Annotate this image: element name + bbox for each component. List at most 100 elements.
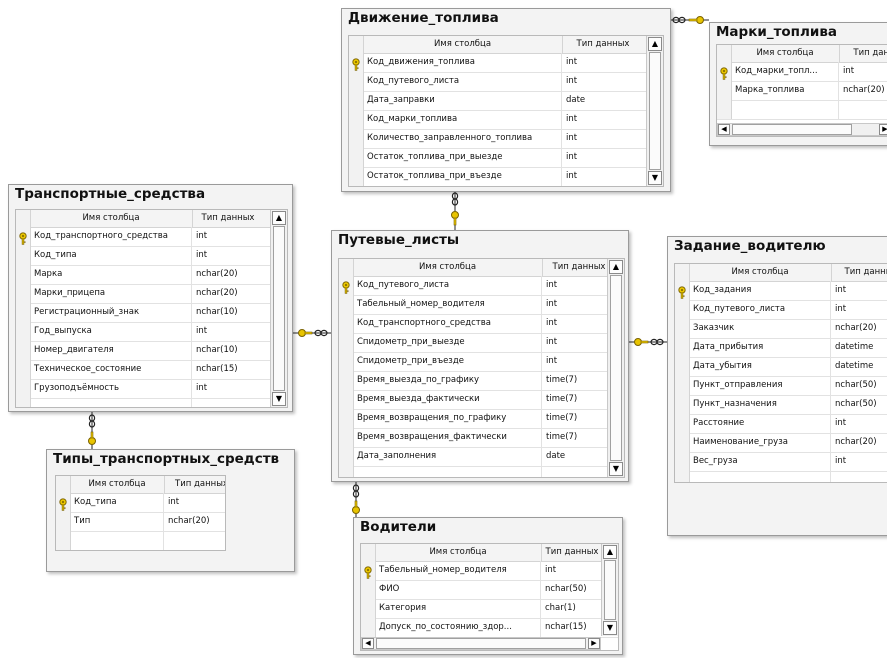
column-name-cell[interactable]: Код_задания <box>689 281 831 300</box>
data-type-cell[interactable] <box>192 398 264 407</box>
column-name-cell[interactable]: Дата_заполнения <box>353 447 542 466</box>
column-row[interactable]: Табельный_номер_водителя int <box>361 561 618 581</box>
data-type-cell[interactable]: int <box>164 493 225 512</box>
column-name-cell[interactable]: Техническое_состояние <box>30 360 192 379</box>
data-type-cell[interactable]: time(7) <box>542 390 616 409</box>
data-type-cell[interactable]: nchar(15) <box>541 618 603 637</box>
data-type-cell[interactable]: int <box>831 300 887 319</box>
column-name-cell[interactable]: Регистрационный_знак <box>30 303 192 322</box>
column-row[interactable]: Пункт_назначения nchar(50) <box>675 395 887 415</box>
data-type-cell[interactable]: int <box>831 452 887 471</box>
row-selector[interactable] <box>16 360 31 379</box>
empty-column-row[interactable] <box>56 531 225 550</box>
row-selector[interactable] <box>16 398 31 407</box>
column-row[interactable]: Дата_заполнения date <box>339 447 624 467</box>
column-row[interactable]: Номер_двигателя nchar(10) <box>16 341 287 361</box>
row-selector[interactable] <box>16 284 31 303</box>
column-row[interactable]: Код_марки_топл... int <box>717 62 887 82</box>
scrollbar-thumb[interactable] <box>604 560 616 620</box>
column-name-cell[interactable]: Время_выезда_по_графику <box>353 371 542 390</box>
data-type-cell[interactable] <box>839 100 887 119</box>
row-selector[interactable] <box>675 414 690 433</box>
table-zadanie-voditelyu[interactable]: Задание_водителю Имя столбца Тип данных К… <box>667 236 887 536</box>
column-row[interactable]: Расстояние int <box>675 414 887 434</box>
data-type-cell[interactable]: int <box>542 276 616 295</box>
data-type-cell[interactable]: int <box>562 129 644 148</box>
column-name-cell[interactable]: Категория <box>375 599 541 618</box>
empty-column-row[interactable] <box>675 471 887 482</box>
row-selector[interactable] <box>349 167 364 186</box>
column-name-cell[interactable]: Время_возвращения_фактически <box>353 428 542 447</box>
column-row[interactable]: Дата_прибытия datetime <box>675 338 887 358</box>
column-name-cell[interactable] <box>70 531 164 550</box>
column-row[interactable]: Допуск_по_состоянию_здор... nchar(15) <box>361 618 618 638</box>
column-name-cell[interactable]: Допуск_по_состоянию_здор... <box>375 618 541 637</box>
table-tipy-transportnyh-sredstv[interactable]: Типы_транспортных_средств Имя столбца Тип… <box>46 449 295 572</box>
column-row[interactable]: Пункт_отправления nchar(50) <box>675 376 887 396</box>
row-selector[interactable] <box>675 376 690 395</box>
relationship-zadanie-putevye[interactable] <box>629 338 667 346</box>
row-selector[interactable] <box>16 227 31 246</box>
column-row[interactable]: Время_возвращения_по_графику time(7) <box>339 409 624 429</box>
data-type-cell[interactable]: int <box>562 110 644 129</box>
column-name-cell[interactable]: Код_путевого_листа <box>353 276 542 295</box>
data-type-cell[interactable] <box>164 531 225 550</box>
row-selector[interactable] <box>56 512 71 531</box>
column-row[interactable]: Время_выезда_по_графику time(7) <box>339 371 624 391</box>
column-name-cell[interactable]: Марки_прицепа <box>30 284 192 303</box>
row-selector[interactable] <box>361 561 376 580</box>
column-row[interactable]: Время_выезда_фактически time(7) <box>339 390 624 410</box>
scrollbar-thumb[interactable] <box>376 638 586 649</box>
data-type-cell[interactable]: int <box>839 62 887 81</box>
table-putevye-listy[interactable]: Путевые_листы Имя столбца Тип данных Код_… <box>331 230 629 482</box>
column-row[interactable]: Код_типа int <box>16 246 287 266</box>
data-type-cell[interactable]: int <box>562 53 644 72</box>
table-marki-topliva[interactable]: Марки_топлива Имя столбца Тип данн Код_ма… <box>709 22 887 146</box>
row-selector[interactable] <box>349 110 364 129</box>
column-row[interactable]: Код_путевого_листа int <box>349 72 663 92</box>
scroll-down-button[interactable]: ▼ <box>272 392 286 406</box>
row-selector[interactable] <box>349 129 364 148</box>
row-selector[interactable] <box>339 352 354 371</box>
data-type-cell[interactable]: int <box>541 561 603 580</box>
column-row[interactable]: Марка_топлива nchar(20) <box>717 81 887 101</box>
relationship-putevye-dvizhenie[interactable] <box>451 192 459 230</box>
row-selector[interactable] <box>675 357 690 376</box>
data-type-cell[interactable]: date <box>562 91 644 110</box>
relationship-putevye-transport[interactable] <box>293 329 331 337</box>
column-name-cell[interactable]: Код_транспортного_средства <box>353 314 542 333</box>
empty-column-row[interactable] <box>339 466 624 477</box>
data-type-cell[interactable]: int <box>562 167 644 186</box>
column-name-cell[interactable]: Код_марки_топл... <box>731 62 839 81</box>
relationship-transport-tipy[interactable] <box>88 412 96 449</box>
column-name-cell[interactable] <box>731 100 839 119</box>
data-type-cell[interactable]: datetime <box>831 338 887 357</box>
row-selector[interactable] <box>16 379 31 398</box>
column-row[interactable]: Код_движения_топлива int <box>349 53 663 73</box>
column-row[interactable]: Код_транспортного_средства int <box>16 227 287 247</box>
data-type-cell[interactable]: char(1) <box>541 599 603 618</box>
column-row[interactable]: Код_задания int <box>675 281 887 301</box>
column-name-cell[interactable]: Дата_убытия <box>689 357 831 376</box>
scroll-up-button[interactable]: ▲ <box>648 37 662 51</box>
row-selector[interactable] <box>339 428 354 447</box>
data-type-cell[interactable]: nchar(20) <box>192 265 264 284</box>
row-selector[interactable] <box>56 531 71 550</box>
scrollbar-thumb[interactable] <box>649 52 661 170</box>
column-name-cell[interactable]: Табельный_номер_водителя <box>353 295 542 314</box>
column-name-cell[interactable]: Код_типа <box>70 493 164 512</box>
column-name-cell[interactable]: Код_путевого_листа <box>363 72 562 91</box>
row-selector[interactable] <box>16 246 31 265</box>
column-name-cell[interactable]: Остаток_топлива_при_въезде <box>363 167 562 186</box>
empty-column-row[interactable] <box>16 398 287 407</box>
data-type-cell[interactable] <box>542 466 616 477</box>
data-type-cell[interactable]: int <box>562 148 644 167</box>
column-name-cell[interactable]: Код_движения_топлива <box>363 53 562 72</box>
data-type-cell[interactable]: int <box>542 314 616 333</box>
row-selector[interactable] <box>675 300 690 319</box>
row-selector[interactable] <box>717 62 732 81</box>
column-name-cell[interactable]: Спидометр_при_въезде <box>353 352 542 371</box>
relationship-dvizhenie-marki[interactable] <box>671 16 709 24</box>
row-selector[interactable] <box>339 409 354 428</box>
data-type-cell[interactable]: datetime <box>831 357 887 376</box>
